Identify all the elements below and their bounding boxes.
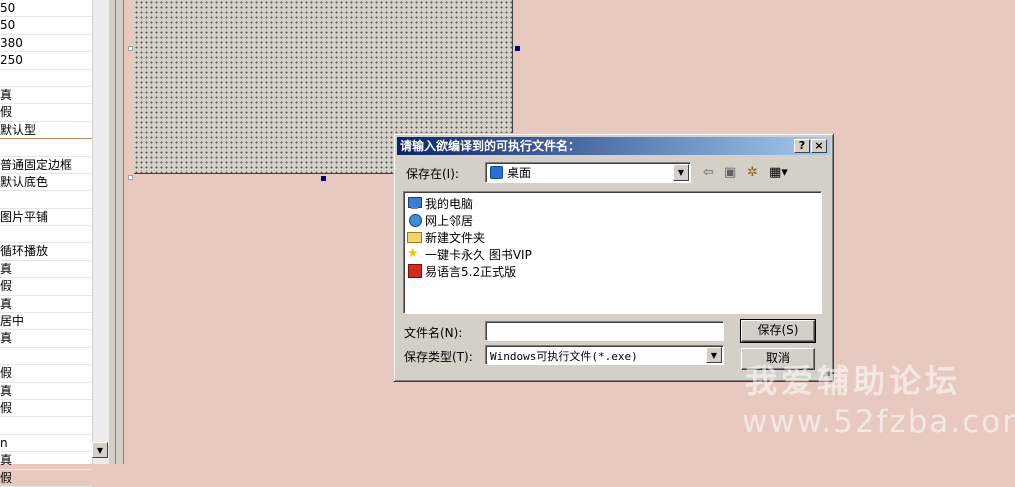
property-value-row[interactable] <box>0 70 92 87</box>
view-menu-icon[interactable]: ▦▾ <box>769 164 788 182</box>
dialog-title: 请输入欲编译到的可执行文件名： <box>400 139 581 153</box>
list-item[interactable]: ★ 一键卡永久 图书VIP <box>407 246 532 262</box>
chevron-down-icon[interactable]: ▼ <box>673 164 689 181</box>
save-as-dialog: 请输入欲编译到的可执行文件名： ? × 保存在(I): 桌面 ▼ ⇦ ▣ ✲ ▦… <box>393 133 834 382</box>
property-value-row[interactable]: 真 <box>0 261 92 279</box>
save-in-value: 桌面 <box>507 166 532 180</box>
watermark-url: www.52fzba.com <box>742 404 1015 440</box>
property-value-row[interactable]: 真 <box>0 87 92 105</box>
property-value-row[interactable]: 真 <box>0 383 92 400</box>
save-button[interactable]: 保存(S) <box>740 319 816 343</box>
property-value-row[interactable]: 50 <box>0 17 92 35</box>
item-label: 易语言5.2正式版 <box>425 264 517 279</box>
property-value-row[interactable]: 假 <box>0 400 92 418</box>
list-item[interactable]: 网上邻居 <box>407 212 473 228</box>
filetype-value: Windows可执行文件(*.exe) <box>490 350 638 363</box>
property-value-row[interactable]: 假 <box>0 365 92 383</box>
filename-input[interactable] <box>485 321 724 341</box>
network-icon <box>407 213 423 227</box>
property-value-row[interactable]: 真 <box>0 330 92 348</box>
property-value-row[interactable]: 250 <box>0 52 92 70</box>
property-rows: 50 50 380 250 真假默认型 普通固定边框 默认底色 图片平铺 循环播放真假真居中真假… <box>0 0 92 487</box>
property-value-row[interactable]: 假 <box>0 278 92 296</box>
resize-handle-right[interactable] <box>515 46 520 51</box>
app-icon <box>407 264 423 278</box>
item-label: 我的电脑 <box>425 196 474 211</box>
watermark-text: 我爱辅助论坛 <box>745 362 962 400</box>
star-file-icon: ★ <box>407 246 419 261</box>
folder-icon <box>407 230 423 244</box>
property-value-row[interactable] <box>0 191 92 209</box>
item-label: 新建文件夹 <box>425 230 486 245</box>
property-value-row[interactable]: 居中 <box>0 313 92 331</box>
chevron-down-icon[interactable]: ▼ <box>706 347 722 363</box>
property-value-row[interactable] <box>0 417 92 435</box>
property-value-row[interactable] <box>0 348 92 366</box>
scroll-down-button[interactable]: ▼ <box>92 442 108 458</box>
close-button[interactable]: × <box>811 139 827 153</box>
property-value-row[interactable]: 默认型 <box>0 122 92 140</box>
item-label: 网上邻居 <box>425 213 474 228</box>
property-value-row[interactable]: 图片平铺 <box>0 209 92 227</box>
filetype-label: 保存类型(T): <box>404 350 473 364</box>
property-value-row[interactable]: n <box>0 435 92 453</box>
property-value-row[interactable]: 真 <box>0 296 92 314</box>
property-value-row[interactable]: 普通固定边框 <box>0 157 92 174</box>
resize-handle-left[interactable] <box>128 46 133 51</box>
property-value-row[interactable]: 50 <box>0 0 92 18</box>
resize-handle-bottom[interactable] <box>321 176 326 181</box>
filename-label: 文件名(N): <box>404 326 463 340</box>
property-value-row[interactable]: 真 <box>0 452 92 470</box>
property-value-row[interactable]: 380 <box>0 35 92 53</box>
new-folder-icon[interactable]: ✲ <box>747 164 758 182</box>
property-value-row[interactable]: 假 <box>0 104 92 122</box>
property-list-panel: 50 50 380 250 真假默认型 普通固定边框 默认底色 图片平铺 循环播放真假真居中真假… <box>0 0 109 487</box>
list-item[interactable]: 我的电脑 <box>407 195 473 211</box>
save-in-label: 保存在(I): <box>406 167 459 181</box>
dialog-titlebar[interactable]: 请输入欲编译到的可执行文件名： ? × <box>397 137 830 155</box>
property-list-scrollbar[interactable] <box>92 0 109 464</box>
splitter-strip[interactable] <box>109 0 124 464</box>
property-value-row[interactable] <box>0 139 92 157</box>
chevron-down-icon: ▼ <box>96 445 104 455</box>
property-value-row[interactable]: 默认底色 <box>0 174 92 192</box>
file-list[interactable]: 我的电脑 网上邻居 新建文件夹 ★ 一键卡永久 图书VIP 易语言5.2正式版 <box>403 191 822 314</box>
property-value-row[interactable] <box>0 226 92 244</box>
back-icon[interactable]: ⇦ <box>703 164 714 182</box>
save-in-dropdown[interactable]: 桌面 ▼ <box>485 162 691 183</box>
up-folder-icon[interactable]: ▣ <box>724 164 736 182</box>
splitter-line <box>115 0 116 464</box>
item-label: 一键卡永久 图书VIP <box>425 247 532 262</box>
property-value-row[interactable]: 循环播放 <box>0 243 92 261</box>
property-value-row[interactable]: 假 <box>0 470 92 487</box>
help-button[interactable]: ? <box>794 139 810 153</box>
desktop-icon <box>490 166 503 179</box>
list-item[interactable]: 新建文件夹 <box>407 229 485 245</box>
resize-handle-bottom-left[interactable] <box>128 175 133 180</box>
my-computer-icon <box>407 196 423 210</box>
filetype-dropdown[interactable]: Windows可执行文件(*.exe) ▼ <box>485 345 724 365</box>
list-item[interactable]: 易语言5.2正式版 <box>407 263 516 279</box>
